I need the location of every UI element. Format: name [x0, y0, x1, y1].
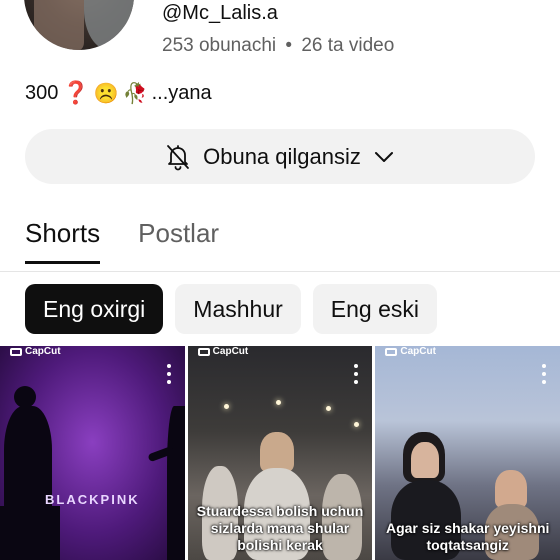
ceiling-light	[325, 406, 331, 411]
chevron-down-icon	[373, 150, 395, 164]
overlay-text: BLACKPINK	[45, 492, 140, 507]
shorts-grid: BLACKPINK CapCut Stuardessa bolish uchun…	[0, 346, 560, 560]
ceiling-light	[223, 404, 229, 409]
stats-separator: •	[285, 35, 293, 56]
ceiling-light	[353, 422, 359, 427]
more-options-icon[interactable]	[354, 364, 359, 384]
channel-tabs: Shorts Postlar	[25, 218, 219, 264]
ceiling-light	[275, 400, 281, 405]
person-face-2	[495, 470, 528, 508]
tab-posts[interactable]: Postlar	[138, 218, 219, 263]
channel-stats: 253 obunachi • 26 ta video	[162, 35, 394, 57]
capcut-logo-icon	[10, 347, 22, 356]
question-emoji: ❓	[62, 80, 90, 105]
silhouette-legs	[0, 506, 60, 560]
wilted-flower-emoji: 🥀	[122, 82, 148, 105]
capcut-watermark: CapCut	[197, 346, 248, 357]
silhouette-head	[14, 386, 36, 408]
person-head	[259, 432, 294, 472]
person-face	[411, 442, 440, 478]
bio-prefix: 300	[25, 81, 59, 104]
capcut-logo-icon	[197, 347, 210, 356]
avatar-hair	[34, 0, 84, 50]
short-thumbnail[interactable]: Stuardessa bolish uchun sizlarda mana sh…	[187, 346, 373, 560]
sort-filter-chips: Eng oxirgi Mashhur Eng eski	[25, 284, 437, 334]
subscribed-label: Obuna qilgansiz	[203, 143, 361, 169]
capcut-logo-icon	[385, 347, 398, 356]
channel-avatar[interactable]	[24, 0, 134, 50]
video-count: 26 ta video	[301, 35, 395, 56]
bio-suffix: ...yana	[151, 81, 212, 104]
capcut-watermark: CapCut	[385, 346, 436, 357]
more-options-icon[interactable]	[542, 364, 547, 384]
short-caption: Stuardessa bolish uchun sizlarda mana sh…	[196, 503, 364, 553]
chip-popular[interactable]: Mashhur	[175, 284, 301, 334]
sad-face-emoji: ☹️	[93, 82, 119, 105]
short-caption: Agar siz shakar yeyishni toqtatsangiz	[385, 520, 550, 553]
avatar-hood	[84, 0, 134, 50]
short-thumbnail[interactable]: BLACKPINK CapCut	[0, 346, 185, 560]
short-thumbnail[interactable]: Agar siz shakar yeyishni toqtatsangiz Ca…	[375, 346, 560, 560]
more-options-icon[interactable]	[166, 364, 171, 384]
channel-description[interactable]: 300 ❓ ☹️ 🥀 ...yana	[25, 80, 212, 106]
tab-shorts[interactable]: Shorts	[25, 218, 101, 264]
chip-latest[interactable]: Eng oxirgi	[25, 284, 164, 334]
bell-off-icon	[165, 143, 191, 171]
silhouette-right	[166, 406, 185, 560]
tabs-divider	[0, 271, 560, 272]
chip-oldest[interactable]: Eng eski	[312, 284, 437, 334]
subscribed-button[interactable]: Obuna qilgansiz	[25, 129, 535, 184]
subscriber-count: 253 obunachi	[162, 35, 277, 56]
channel-handle: @Mc_Lalis.a	[162, 2, 278, 24]
capcut-watermark: CapCut	[10, 346, 61, 357]
